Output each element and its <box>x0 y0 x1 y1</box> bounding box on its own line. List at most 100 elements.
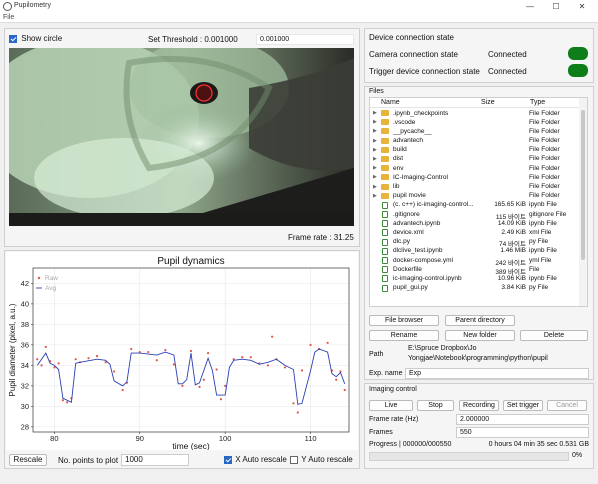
file-browser-button[interactable]: File browser <box>369 315 439 326</box>
file-name: device.xml <box>393 228 424 236</box>
file-type: File Folder <box>529 137 560 145</box>
npoints-input[interactable]: 1000 <box>121 454 189 466</box>
cancel-button[interactable]: Cancel <box>547 400 587 411</box>
file-icon <box>382 238 388 246</box>
scrollbar-thumb[interactable] <box>581 110 585 260</box>
file-row[interactable]: device.xml 2.49 KiB xml File <box>370 228 580 237</box>
frames-label: Frames <box>369 429 393 436</box>
folder-icon <box>381 155 389 162</box>
raw-data-point <box>44 345 47 349</box>
file-size: 14.09 KiB <box>497 219 526 227</box>
raw-data-point <box>296 411 299 414</box>
expand-arrow-icon[interactable]: ▶ <box>373 128 377 134</box>
file-name: dist <box>393 155 404 163</box>
raw-data-point <box>343 388 346 392</box>
expand-arrow-icon[interactable]: ▶ <box>373 110 377 116</box>
title-bar: Pupilometry — ☐ ✕ <box>0 0 598 13</box>
raw-data-point <box>249 356 252 359</box>
frames-input[interactable]: 550 <box>456 427 589 438</box>
x-auto-check-icon[interactable] <box>224 455 232 464</box>
frame-rate-input[interactable]: 2.000000 <box>456 414 589 425</box>
file-name: docker-compose.yml <box>393 256 453 264</box>
file-row[interactable]: ▶ build File Folder <box>370 146 580 155</box>
file-row[interactable]: ▶ env File Folder <box>370 164 580 173</box>
file-row[interactable]: dlc.py 74 바이트 py File <box>370 238 580 248</box>
y-auto-label: Y Auto rescale <box>301 455 353 464</box>
file-size: 165.65 KiB <box>494 201 526 209</box>
y-auto-rescale-checkbox[interactable]: Y Auto rescale <box>290 455 353 464</box>
raw-data-point <box>147 350 150 354</box>
expand-arrow-icon[interactable]: ▶ <box>373 165 377 171</box>
set-trigger-button[interactable]: Set trigger <box>503 400 543 411</box>
x-auto-rescale-checkbox[interactable]: X Auto rescale <box>224 455 287 464</box>
file-row[interactable]: ▶ __pycache__ File Folder <box>370 127 580 136</box>
file-row[interactable]: ▶ .vscode File Folder <box>370 118 580 127</box>
file-row[interactable]: dlclive_test.ipynb 1.46 MiB ipynb File <box>370 247 580 256</box>
folder-icon <box>381 119 389 126</box>
file-row[interactable]: pupil_gui.py 3.84 KiB py File <box>370 284 580 293</box>
camera-connection-label: Camera connection state <box>369 50 458 59</box>
file-row[interactable]: (c. c++) ic-imaging-control... 165.65 KiB… <box>370 201 580 210</box>
expand-arrow-icon[interactable]: ▶ <box>373 156 377 162</box>
file-name: env <box>393 164 404 172</box>
minimize-icon[interactable]: — <box>518 0 542 13</box>
live-button[interactable]: Live <box>369 400 413 411</box>
file-row[interactable]: ▶ pupil movie File Folder <box>370 192 580 201</box>
file-type: ipynb File <box>529 247 557 255</box>
expand-arrow-icon[interactable]: ▶ <box>373 119 377 125</box>
raw-data-point <box>74 358 77 361</box>
file-name: dlclive_test.ipynb <box>393 247 443 255</box>
file-icon <box>382 257 388 264</box>
camera-feed <box>9 48 354 226</box>
show-circle-checkbox[interactable]: Show circle <box>9 34 62 43</box>
raw-data-point <box>87 357 90 360</box>
threshold-input[interactable]: 0.001000 <box>256 34 354 45</box>
recording-button[interactable]: Recording <box>459 400 499 411</box>
stop-button[interactable]: Stop <box>417 400 454 411</box>
raw-data-point <box>309 343 312 346</box>
pupil-chart: 80 90 100 110 28 30 32 34 36 38 40 42 Pupil dynamics… <box>6 252 358 450</box>
raw-data-point <box>215 368 218 371</box>
delete-button[interactable]: Delete <box>520 330 588 341</box>
file-row[interactable]: docker-compose.yml 242 바이트 yml File <box>370 256 580 267</box>
file-tree-scrollbar[interactable] <box>579 98 587 306</box>
rescale-button[interactable]: Rescale <box>9 454 47 466</box>
rename-button[interactable]: Rename <box>369 330 439 341</box>
expand-arrow-icon[interactable]: ▶ <box>373 147 377 153</box>
folder-icon <box>381 128 389 135</box>
imaging-title: Imaging control <box>369 386 417 393</box>
y-auto-check-icon[interactable] <box>290 455 298 464</box>
maximize-icon[interactable]: ☐ <box>544 0 568 13</box>
parent-directory-button[interactable]: Parent directory <box>445 315 515 326</box>
app-icon <box>3 2 12 11</box>
file-row[interactable]: ▶ advantech File Folder <box>370 137 580 146</box>
file-row[interactable]: ▶ IC-Imaging-Control File Folder <box>370 173 580 182</box>
expand-arrow-icon[interactable]: ▶ <box>373 138 377 144</box>
file-row[interactable]: .gitignore 115 바이트 gitignore File <box>370 210 580 221</box>
file-row[interactable]: ic-imaging-control.ipynb 10.96 KiB ipynb F… <box>370 274 580 283</box>
col-type[interactable]: Type <box>530 99 545 106</box>
file-tree[interactable]: Name Size Type ▶ .ipynb_checkpoints File F… <box>369 97 588 307</box>
file-type: gitignore File <box>529 210 567 218</box>
file-row[interactable]: ▶ .ipynb_checkpoints File Folder <box>370 109 580 118</box>
expand-arrow-icon[interactable]: ▶ <box>373 174 377 180</box>
file-row[interactable]: ▶ lib File Folder <box>370 183 580 192</box>
expand-arrow-icon[interactable]: ▶ <box>373 184 377 190</box>
folder-icon <box>381 110 389 116</box>
file-icon <box>382 284 388 292</box>
col-size[interactable]: Size <box>481 99 495 106</box>
new-folder-button[interactable]: New folder <box>445 330 515 341</box>
file-row[interactable]: Dockerfile 389 바이트 File <box>370 265 580 276</box>
folder-icon <box>381 146 389 153</box>
file-icon <box>382 275 388 283</box>
file-row[interactable]: ▶ dist File Folder <box>370 155 580 164</box>
menu-file[interactable]: File <box>3 14 14 21</box>
col-name[interactable]: Name <box>381 99 400 106</box>
expand-arrow-icon[interactable]: ▶ <box>373 193 377 199</box>
exp-name-input[interactable]: Exp <box>405 368 589 379</box>
close-icon[interactable]: ✕ <box>570 0 594 13</box>
file-name: lib <box>393 183 400 190</box>
file-row[interactable]: advantech.ipynb 14.09 KiB ipynb File <box>370 219 580 228</box>
raw-data-point <box>283 366 287 369</box>
show-circle-check-icon[interactable] <box>9 34 17 43</box>
